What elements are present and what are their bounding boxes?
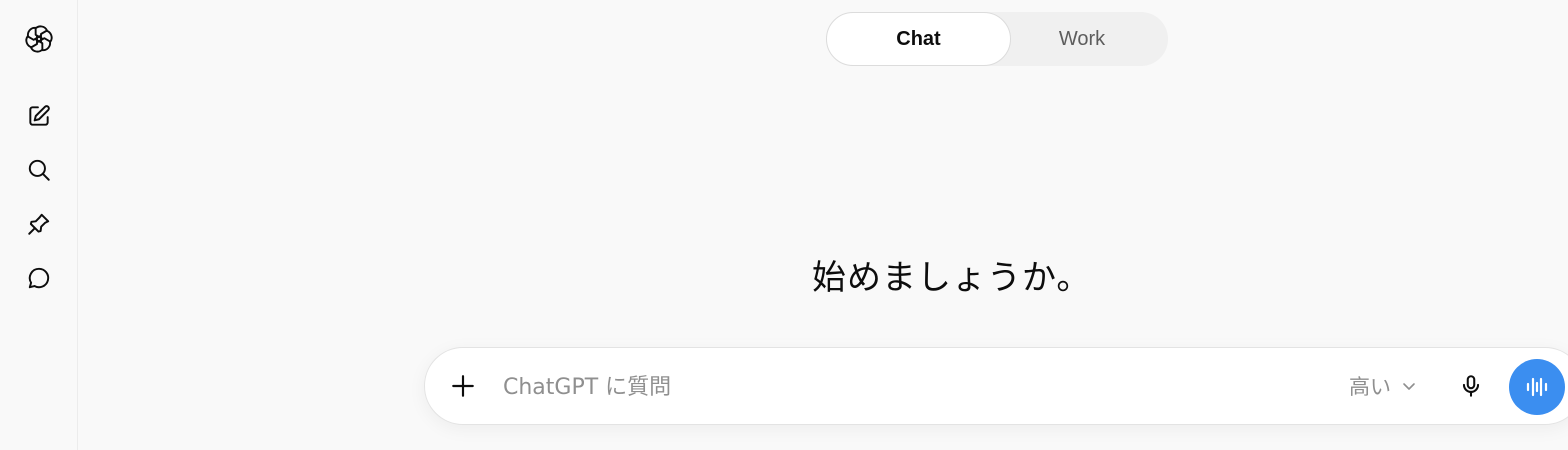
composer: 高い: [424, 347, 1568, 425]
voice-mode-button[interactable]: [1509, 359, 1565, 415]
search-icon: [28, 159, 50, 181]
chevron-down-icon: [1403, 383, 1415, 390]
chats-button[interactable]: [19, 258, 59, 298]
search-button[interactable]: [19, 150, 59, 190]
greeting-heading: 始めましょうか。: [812, 258, 1092, 298]
pin-icon: [28, 213, 50, 235]
microphone-icon: [1462, 375, 1480, 397]
model-select-label: 高い: [1349, 375, 1391, 399]
pinned-button[interactable]: [19, 204, 59, 244]
chat-bubble-icon: [28, 267, 50, 289]
mode-toggle: Work Chat: [826, 12, 1168, 66]
attach-button[interactable]: [443, 366, 483, 406]
new-chat-button[interactable]: [19, 96, 59, 136]
model-select[interactable]: 高い: [1349, 366, 1417, 406]
app-window: Work Chat 始めましょうか。 高い: [0, 0, 1568, 450]
dictate-button[interactable]: [1451, 366, 1491, 406]
voice-waveform-icon: [1526, 377, 1548, 397]
tab-work[interactable]: Work: [996, 12, 1168, 66]
openai-logo-icon[interactable]: [19, 19, 59, 59]
tab-chat[interactable]: Chat: [826, 12, 1011, 66]
sidebar-rail: [0, 0, 78, 450]
new-chat-icon: [29, 105, 50, 126]
plus-icon: [452, 375, 474, 397]
prompt-input[interactable]: [501, 368, 1325, 406]
